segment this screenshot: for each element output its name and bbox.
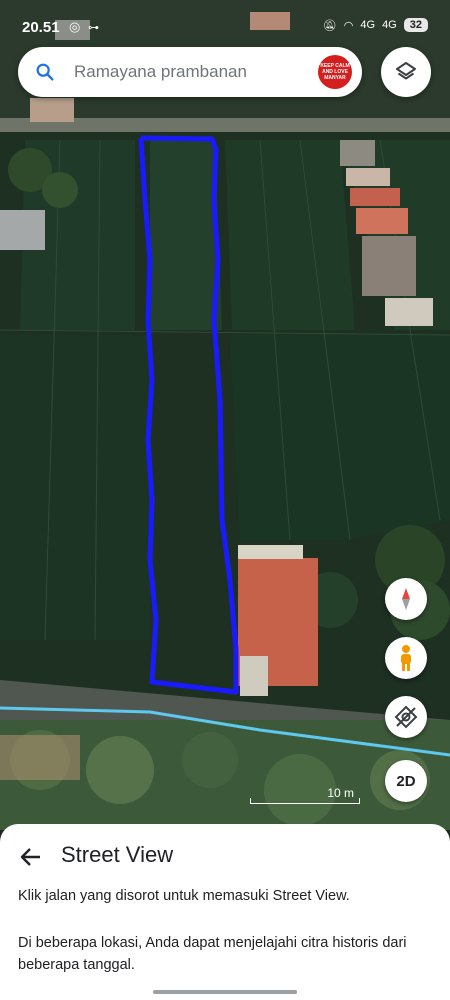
- wifi-icon: ◠: [343, 19, 354, 32]
- scale-bar: [250, 798, 360, 804]
- reset-tilt-button[interactable]: [385, 696, 427, 738]
- compass-button[interactable]: [385, 578, 427, 620]
- street-view-sheet: Street View Klik jalan yang disorot untu…: [0, 824, 450, 1000]
- battery-icon: 32: [403, 18, 428, 32]
- street-view-pegman-button[interactable]: [385, 637, 427, 679]
- network-indicator-2: 4G: [382, 19, 397, 31]
- status-icons: 🔕︎ ◠ 4G 4G 32: [323, 18, 428, 32]
- home-indicator[interactable]: [153, 990, 297, 994]
- compass-icon: [402, 588, 410, 610]
- status-time: 20.51: [22, 19, 60, 36]
- layers-icon: [396, 62, 416, 80]
- search-input[interactable]: Ramayana prambanan: [74, 62, 247, 82]
- whatsapp-icon: ◎: [69, 19, 81, 34]
- avatar[interactable]: KEEP CALM AND LOVE MANYAR: [318, 55, 352, 89]
- mute-icon: 🔕︎: [322, 19, 337, 32]
- sheet-historical-info: Di beberapa lokasi, Anda dapat menjelaja…: [18, 935, 407, 973]
- satellite-map[interactable]: [0, 0, 450, 830]
- search-icon: [36, 63, 54, 81]
- status-bar: 20.51 ◎ ⊶ 🔕︎ ◠ 4G 4G 32: [0, 0, 450, 46]
- link-icon: ⊶: [88, 22, 99, 34]
- pegman-icon: [401, 645, 411, 671]
- sheet-instruction: Klik jalan yang disorot untuk memasuki S…: [18, 888, 350, 904]
- tilt-icon: [394, 705, 418, 729]
- 2d-toggle-button[interactable]: 2D: [385, 760, 427, 802]
- map-imagery: [0, 0, 450, 830]
- layers-button[interactable]: [381, 47, 431, 97]
- search-bar[interactable]: Ramayana prambanan KEEP CALM AND LOVE MA…: [18, 47, 362, 97]
- network-indicator: 4G: [360, 19, 376, 31]
- map-scale: 10 m: [250, 786, 360, 804]
- back-arrow-icon[interactable]: [18, 844, 44, 870]
- sheet-title: Street View: [61, 842, 174, 867]
